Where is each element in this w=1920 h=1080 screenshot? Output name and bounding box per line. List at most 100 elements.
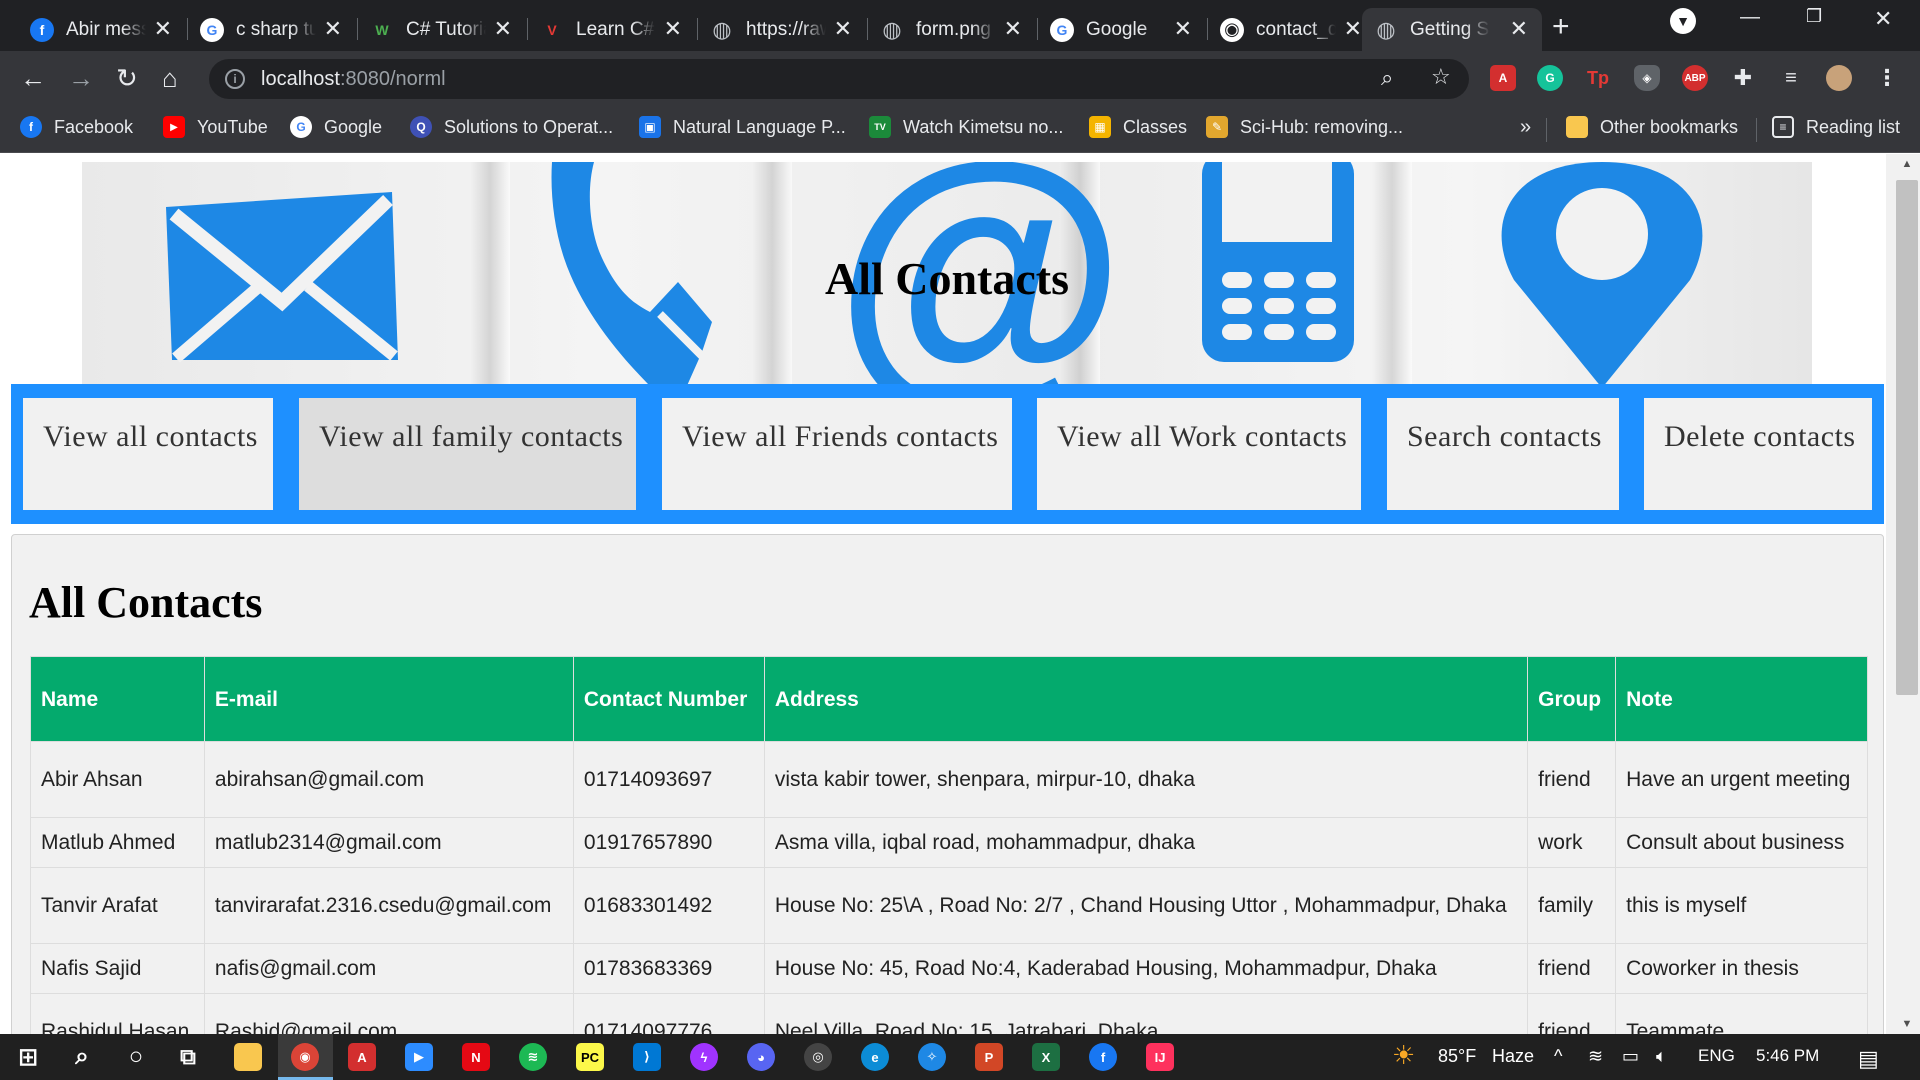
cell-address: Asma villa, iqbal road, mohammadpur, dha…: [763, 817, 1529, 868]
tab-search-icon[interactable]: ▼: [1670, 8, 1696, 34]
profile-avatar[interactable]: [1826, 65, 1852, 91]
grammarly-icon[interactable]: G: [1537, 65, 1563, 91]
reload-icon[interactable]: ↻: [116, 63, 138, 94]
scrollbar-thumb[interactable]: [1896, 180, 1918, 695]
task-view-icon[interactable]: ⧉: [174, 1043, 202, 1071]
tab-getting-started[interactable]: ◍ Getting Started ✕: [1362, 8, 1542, 51]
bookmark-star-icon[interactable]: ☆: [1431, 64, 1451, 90]
table-header-row: Name E-mail Contact Number Address Group…: [30, 656, 1868, 742]
reading-list-button[interactable]: ≡ Reading list: [1772, 116, 1900, 138]
weather-temperature[interactable]: 85°F: [1438, 1046, 1476, 1067]
cell-name: Nafis Sajid: [30, 943, 205, 994]
minimize-icon[interactable]: —: [1740, 6, 1760, 29]
windows-start-icon[interactable]: ⊞: [14, 1043, 42, 1071]
scroll-down-icon[interactable]: ▼: [1896, 1018, 1918, 1030]
spotify-icon[interactable]: ≋: [519, 1043, 547, 1071]
close-tab-icon[interactable]: ✕: [1004, 18, 1022, 40]
battery-icon[interactable]: ▭: [1622, 1046, 1639, 1067]
zoom-app-icon[interactable]: ▶: [405, 1043, 433, 1071]
weather-icon[interactable]: ☀: [1392, 1040, 1415, 1071]
scroll-up-icon[interactable]: ▲: [1896, 158, 1918, 170]
bookmark-kimetsu[interactable]: TV Watch Kimetsu no...: [869, 116, 1063, 138]
tray-chevron-icon[interactable]: ^: [1554, 1046, 1562, 1067]
address-url[interactable]: localhost:8080/norml: [261, 68, 446, 91]
shield-icon[interactable]: ◈: [1634, 65, 1660, 91]
adblock-icon[interactable]: ABP: [1682, 65, 1708, 91]
nav-search-contacts[interactable]: Search contacts: [1387, 398, 1619, 510]
edge-icon[interactable]: e: [861, 1043, 889, 1071]
bookmark-facebook[interactable]: f Facebook: [20, 116, 133, 138]
tp-extension-icon[interactable]: Tp: [1585, 65, 1611, 91]
close-tab-icon[interactable]: ✕: [834, 18, 852, 40]
volume-icon[interactable]: 🔈︎: [1656, 1046, 1667, 1067]
acrobat-icon[interactable]: A: [348, 1043, 376, 1071]
pdf-extension-icon[interactable]: A: [1490, 65, 1516, 91]
close-tab-icon[interactable]: ✕: [324, 18, 342, 40]
back-icon[interactable]: ←: [20, 63, 46, 94]
tab-github-contact[interactable]: ◉ contact_db ✕: [1208, 8, 1376, 51]
browser-toolbar: ← → ↻ ⌂ i localhost:8080/norml ⌕ ☆ A G T…: [0, 51, 1920, 106]
tab-google[interactable]: G Google ✕: [1038, 8, 1206, 51]
restore-icon[interactable]: ❐: [1806, 6, 1822, 27]
menu-kebab-icon[interactable]: ⋮: [1874, 65, 1900, 91]
bookmark-google[interactable]: G Google: [290, 116, 382, 138]
nav-view-friends-contacts[interactable]: View all Friends contacts: [662, 398, 1012, 510]
site-info-icon[interactable]: i: [225, 69, 245, 89]
tab-title: contact_db: [1256, 18, 1336, 40]
nav-delete-contacts[interactable]: Delete contacts: [1644, 398, 1872, 510]
file-explorer-icon[interactable]: [234, 1043, 262, 1071]
powerpoint-icon[interactable]: P: [975, 1043, 1003, 1071]
bookmark-youtube[interactable]: ▶ YouTube: [163, 116, 268, 138]
extensions-puzzle-icon[interactable]: ✚: [1730, 65, 1756, 91]
network-icon[interactable]: ≋: [1588, 1046, 1603, 1067]
language-indicator[interactable]: ENG: [1698, 1046, 1735, 1066]
tab-messenger[interactable]: f Abir messenger ✕: [18, 8, 186, 51]
page-scrollbar[interactable]: ▲ ▼: [1886, 154, 1920, 1034]
tab-csharp-search[interactable]: G c sharp tutorial ✕: [188, 8, 356, 51]
bookmarks-overflow-button[interactable]: »: [1520, 116, 1531, 139]
nav-view-all-contacts[interactable]: View all contacts: [23, 398, 273, 510]
tab-form-png[interactable]: ◍ form.png ✕: [868, 8, 1036, 51]
close-tab-icon[interactable]: ✕: [494, 18, 512, 40]
messenger-icon[interactable]: ϟ: [690, 1043, 718, 1071]
intellij-icon[interactable]: IJ: [1146, 1043, 1174, 1071]
close-tab-icon[interactable]: ✕: [1510, 18, 1528, 40]
zoom-icon[interactable]: ⌕: [1381, 65, 1393, 91]
tab-csharp-tutorial[interactable]: W C# Tutorial ✕: [358, 8, 526, 51]
close-tab-icon[interactable]: ✕: [1344, 18, 1362, 40]
search-icon[interactable]: ⌕: [68, 1043, 96, 1071]
bookmark-solutions[interactable]: Q Solutions to Operat...: [410, 116, 613, 138]
close-tab-icon[interactable]: ✕: [154, 18, 172, 40]
pycharm-icon[interactable]: PC: [576, 1043, 604, 1071]
vscode-icon[interactable]: ⟩: [633, 1043, 661, 1071]
netflix-icon[interactable]: N: [462, 1043, 490, 1071]
github-icon: ◉: [1220, 17, 1244, 42]
bookmark-scihub[interactable]: ✎ Sci-Hub: removing...: [1206, 116, 1403, 138]
close-window-icon[interactable]: ✕: [1874, 6, 1892, 32]
nav-view-family-contacts[interactable]: View all family contacts: [299, 398, 636, 510]
tab-learn-csharp[interactable]: V Learn C# ✕: [528, 8, 696, 51]
chrome-icon[interactable]: ◉: [291, 1043, 319, 1071]
tab-title: C# Tutorial: [406, 18, 486, 40]
other-bookmarks-folder[interactable]: Other bookmarks: [1566, 116, 1738, 138]
home-icon[interactable]: ⌂: [162, 63, 178, 94]
cortana-icon[interactable]: ○: [122, 1043, 150, 1071]
new-tab-icon[interactable]: +: [1552, 10, 1570, 44]
bookmark-classes[interactable]: ▦ Classes: [1089, 116, 1187, 138]
clock[interactable]: 5:46 PM: [1756, 1046, 1819, 1066]
safari-icon[interactable]: ✧: [918, 1043, 946, 1071]
bookmark-nlp[interactable]: ▣ Natural Language P...: [639, 116, 846, 138]
excel-icon[interactable]: X: [1032, 1043, 1060, 1071]
nav-view-work-contacts[interactable]: View all Work contacts: [1037, 398, 1361, 510]
forward-icon[interactable]: →: [68, 63, 94, 94]
facebook-app-icon[interactable]: f: [1089, 1043, 1117, 1071]
notification-icon[interactable]: ▤: [1858, 1046, 1879, 1072]
close-tab-icon[interactable]: ✕: [664, 18, 682, 40]
media-control-icon[interactable]: ≡: [1778, 65, 1804, 91]
steam-icon[interactable]: ◎: [804, 1043, 832, 1071]
discord-icon[interactable]: ◕: [747, 1043, 775, 1071]
address-bar[interactable]: i localhost:8080/norml ⌕ ☆: [209, 59, 1469, 99]
weather-description[interactable]: Haze: [1492, 1046, 1534, 1067]
close-tab-icon[interactable]: ✕: [1174, 18, 1192, 40]
tab-raw-url[interactable]: ◍ https://raw ✕: [698, 8, 866, 51]
